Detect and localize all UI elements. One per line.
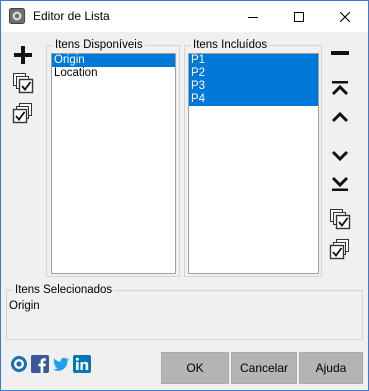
- included-items-label: Itens Incluídos: [191, 39, 270, 52]
- list-item[interactable]: Location: [52, 67, 175, 80]
- facebook-link[interactable]: [31, 354, 49, 376]
- list-item[interactable]: P3: [189, 80, 318, 93]
- linkedin-icon: [73, 354, 91, 376]
- uncheck-all-icon: [12, 102, 34, 127]
- dialog-body: Itens Disponíveis Origin Location Itens …: [1, 32, 368, 390]
- remove-item-button[interactable]: [328, 42, 352, 66]
- uncheck-all-icon: [329, 238, 351, 263]
- check-all-button[interactable]: [11, 72, 35, 96]
- list-item[interactable]: P2: [189, 67, 318, 80]
- close-button[interactable]: [322, 1, 368, 32]
- window-title: Editor de Lista: [33, 9, 110, 23]
- move-down-button[interactable]: [328, 144, 352, 168]
- check-all-icon: [329, 208, 351, 233]
- available-items-list[interactable]: Origin Location: [51, 53, 176, 274]
- help-button[interactable]: Ajuda: [299, 352, 363, 384]
- cancel-button[interactable]: Cancelar: [231, 352, 297, 384]
- app-icon: [9, 8, 25, 24]
- move-top-button[interactable]: [328, 78, 352, 102]
- facebook-icon: [31, 354, 49, 376]
- uncheck-all-button[interactable]: [11, 102, 35, 126]
- move-bottom-icon: [330, 173, 350, 196]
- check-all-right-button[interactable]: [328, 208, 352, 232]
- twitter-link[interactable]: [52, 356, 70, 374]
- add-item-button[interactable]: [11, 44, 35, 68]
- included-items-list[interactable]: P1 P2 P3 P4: [188, 53, 319, 274]
- selected-items-value: Origin: [9, 300, 40, 312]
- twitter-icon: [52, 355, 70, 376]
- title-bar[interactable]: Editor de Lista: [1, 1, 368, 32]
- list-item[interactable]: P4: [189, 93, 318, 106]
- linkedin-link[interactable]: [73, 354, 91, 376]
- plus-icon: [13, 45, 33, 68]
- available-items-group: Itens Disponíveis Origin Location: [46, 39, 180, 277]
- ring-logo-icon: [10, 355, 28, 376]
- list-item[interactable]: Origin: [52, 54, 175, 67]
- included-items-group: Itens Incluídos P1 P2 P3 P4: [184, 39, 322, 277]
- available-items-label: Itens Disponíveis: [53, 39, 145, 52]
- move-down-icon: [330, 145, 350, 168]
- move-up-icon: [330, 107, 350, 130]
- bottom-bar: OK Cancelar Ajuda: [1, 344, 368, 390]
- list-item[interactable]: P1: [189, 54, 318, 67]
- move-bottom-button[interactable]: [328, 172, 352, 196]
- ok-button[interactable]: OK: [161, 352, 229, 384]
- minus-icon: [330, 43, 350, 66]
- move-top-icon: [330, 79, 350, 102]
- selected-items-label: Itens Selecionados: [13, 284, 115, 297]
- selected-items-group: Itens Selecionados Origin: [6, 284, 363, 340]
- check-all-icon: [12, 72, 34, 97]
- list-editor-window: Editor de Lista Itens Disponíveis Origin…: [0, 0, 369, 391]
- minimize-button[interactable]: [230, 1, 276, 32]
- maximize-button[interactable]: [276, 1, 322, 32]
- move-up-button[interactable]: [328, 106, 352, 130]
- ring-logo-link[interactable]: [10, 355, 28, 376]
- uncheck-all-right-button[interactable]: [328, 238, 352, 262]
